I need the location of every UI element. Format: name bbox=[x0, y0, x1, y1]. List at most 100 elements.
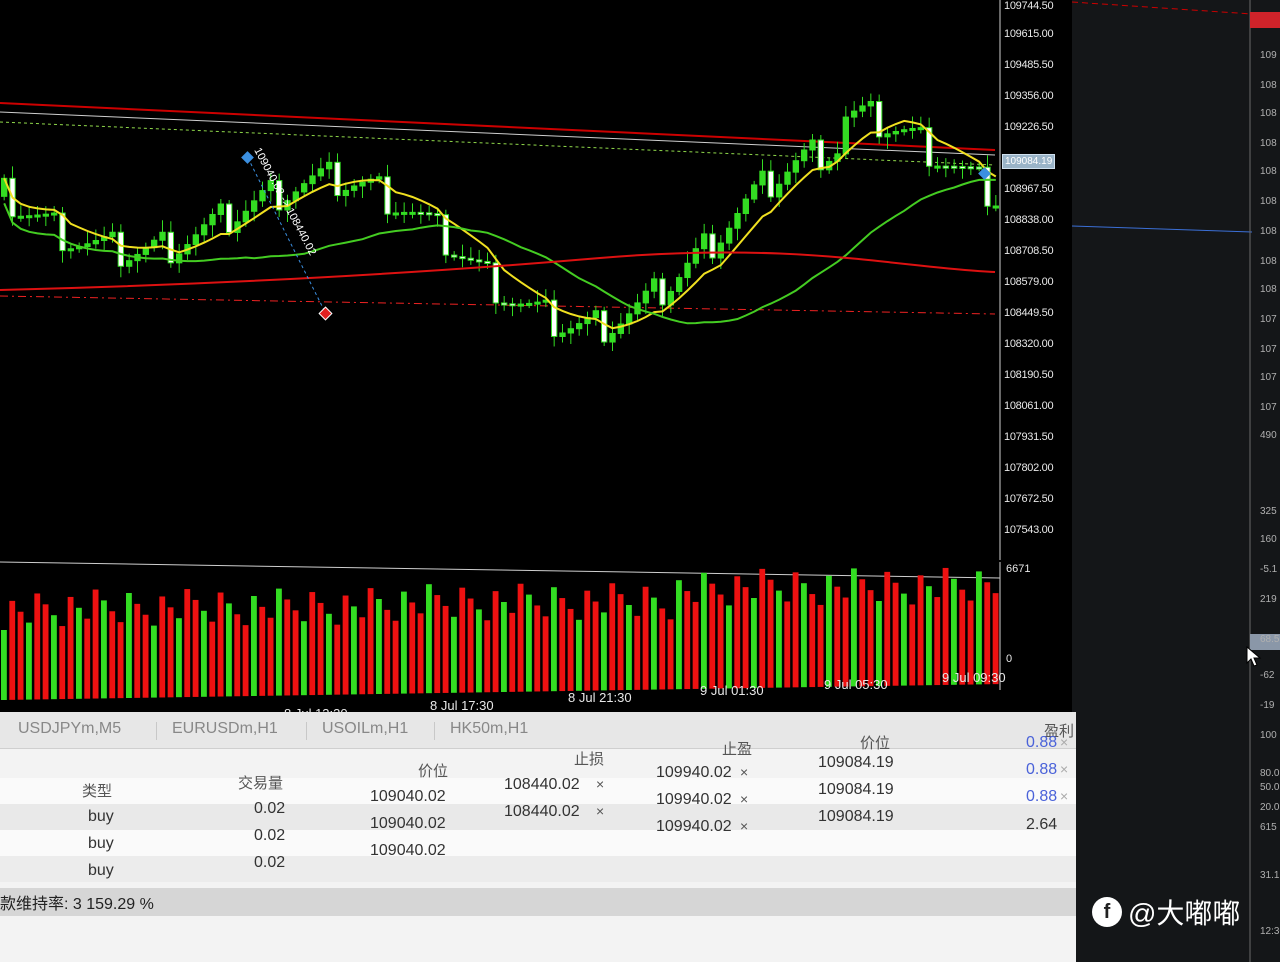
volume-bar bbox=[542, 616, 549, 692]
col-price[interactable]: 价位 bbox=[418, 760, 448, 781]
close-icon[interactable]: × bbox=[740, 764, 748, 780]
tab-usoilm-h1[interactable]: USOILm,H1 bbox=[322, 720, 408, 738]
candle-body bbox=[359, 181, 366, 187]
close-icon[interactable]: × bbox=[1060, 734, 1068, 750]
secondary-chart-panel[interactable] bbox=[1072, 0, 1280, 962]
volume-bar bbox=[467, 598, 474, 693]
candle-body bbox=[901, 129, 908, 133]
price-axis-label: 107543.00 bbox=[1004, 524, 1054, 536]
volume-bar bbox=[409, 602, 416, 694]
candle-body bbox=[201, 224, 208, 236]
col-volume[interactable]: 交易量 bbox=[238, 772, 283, 793]
tab-usdjpym-m5[interactable]: USDJPYm,M5 bbox=[18, 720, 121, 738]
volume-bar bbox=[917, 575, 924, 686]
volume-bar bbox=[9, 600, 16, 700]
volume-bar bbox=[776, 590, 782, 688]
candle-body bbox=[226, 203, 233, 233]
close-icon[interactable]: × bbox=[596, 803, 604, 819]
volume-bar bbox=[276, 588, 282, 696]
volume-bar bbox=[251, 596, 257, 696]
volume-bar bbox=[851, 568, 857, 687]
terminal-panel[interactable]: USDJPYm,M5 EURUSDm,H1 USOILm,H1 HK50m,H1… bbox=[0, 712, 1076, 962]
candle-body bbox=[592, 310, 600, 319]
col-stop-loss[interactable]: 止损 bbox=[574, 748, 604, 769]
time-axis-label: 8 Jul 17:30 bbox=[430, 698, 494, 713]
volume-bar bbox=[26, 622, 32, 700]
close-icon[interactable]: × bbox=[740, 818, 748, 834]
volume-bar bbox=[42, 604, 49, 700]
candle-body bbox=[451, 254, 458, 258]
candle-body bbox=[301, 183, 308, 193]
col-current-price[interactable]: 价位 bbox=[860, 732, 890, 753]
price-axis-label: 109356.00 bbox=[1004, 90, 1054, 102]
watermark-text: @大嘟嘟 bbox=[1128, 898, 1241, 929]
volume-min-label: 0 bbox=[1006, 653, 1013, 665]
volume-bar bbox=[184, 589, 191, 698]
secondary-axis-label: 108 bbox=[1260, 138, 1277, 149]
candle-body bbox=[467, 257, 474, 261]
candle-body bbox=[917, 127, 925, 131]
candle-body bbox=[892, 130, 900, 135]
price-axis-label: 109226.50 bbox=[1004, 121, 1054, 133]
close-icon[interactable]: × bbox=[1060, 761, 1068, 777]
secondary-axis-label: 219 bbox=[1260, 594, 1277, 605]
volume-bar bbox=[867, 590, 874, 687]
volume-bar bbox=[426, 584, 432, 694]
volume-bar bbox=[267, 617, 274, 696]
volume-bar bbox=[126, 593, 132, 698]
chart-panel[interactable]: 109040.02 -> 108440.02 bbox=[0, 0, 1072, 712]
tab-hk50m-h1[interactable]: HK50m,H1 bbox=[450, 720, 528, 738]
candle-body bbox=[167, 231, 175, 264]
secondary-axis-label: 31.1 bbox=[1260, 870, 1280, 881]
secondary-axis-label: 108 bbox=[1260, 284, 1277, 295]
volume-bar bbox=[951, 578, 957, 685]
volume-separator bbox=[0, 561, 1001, 579]
candle-body bbox=[526, 302, 533, 306]
volume-bar bbox=[809, 594, 816, 688]
margin-level-text: 款维持率: 3 159.29 % bbox=[0, 896, 154, 913]
candle-body bbox=[67, 248, 74, 252]
volume-bar bbox=[901, 593, 907, 686]
col-take-profit[interactable]: 止盈 bbox=[722, 738, 752, 759]
tab-eurusdm-h1[interactable]: EURUSDm,H1 bbox=[172, 720, 278, 738]
close-icon[interactable]: × bbox=[740, 791, 748, 807]
order-stop-loss: 108440.02 bbox=[504, 803, 580, 820]
volume-bar bbox=[501, 602, 507, 692]
time-axis-label: 9 Jul 05:30 bbox=[824, 677, 888, 692]
secondary-axis-label: 20.0 bbox=[1260, 802, 1280, 813]
candle-body bbox=[784, 171, 791, 185]
trade-line-label: 109040.02 -> 108440.02 bbox=[251, 146, 318, 258]
candle-body bbox=[351, 185, 358, 191]
order-type: buy bbox=[88, 862, 114, 879]
order-current-price: 109084.19 bbox=[818, 808, 894, 825]
candle-body bbox=[309, 175, 316, 185]
volume-bar bbox=[534, 605, 541, 692]
volume-bar bbox=[651, 597, 657, 690]
candle-body bbox=[884, 133, 891, 138]
secondary-axis-label: 615 bbox=[1260, 822, 1277, 833]
candle-body bbox=[642, 290, 650, 304]
volume-bar bbox=[292, 610, 299, 696]
candle-body bbox=[242, 210, 250, 223]
order-stop-loss: 108440.02 bbox=[504, 776, 580, 793]
volume-bar bbox=[226, 603, 232, 697]
terminal-tabs: USDJPYm,M5 EURUSDm,H1 USOILm,H1 HK50m,H1 bbox=[0, 712, 1076, 749]
volume-bar bbox=[517, 583, 524, 692]
col-type[interactable]: 类型 bbox=[82, 780, 112, 801]
order-profit: 0.88 bbox=[1026, 788, 1058, 805]
secondary-axis-label: 100 bbox=[1260, 730, 1277, 741]
volume-bar bbox=[634, 615, 641, 690]
order-volume: 0.02 bbox=[254, 800, 286, 817]
volume-bar bbox=[942, 567, 949, 685]
price-chart[interactable]: 109040.02 -> 108440.02 bbox=[0, 0, 1072, 712]
price-axis-label: 108061.00 bbox=[1004, 400, 1054, 412]
volume-bar bbox=[709, 583, 716, 689]
close-icon[interactable]: × bbox=[1060, 788, 1068, 804]
price-axis-label: 107931.50 bbox=[1004, 431, 1054, 443]
candle-body bbox=[576, 323, 583, 330]
volume-bar bbox=[801, 583, 807, 688]
close-icon[interactable]: × bbox=[596, 776, 604, 792]
candle-body bbox=[559, 332, 566, 337]
candle-body bbox=[484, 260, 491, 264]
volume-bar bbox=[326, 613, 332, 695]
